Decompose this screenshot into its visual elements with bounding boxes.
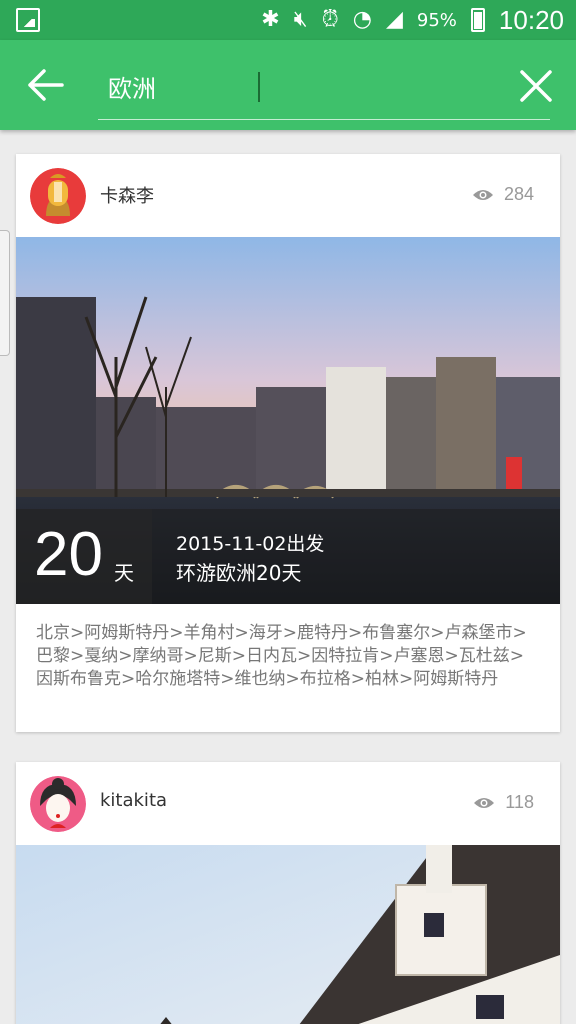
- clear-button[interactable]: [516, 66, 556, 106]
- duration-box: 20 天: [16, 509, 152, 604]
- trip-route: 北京>阿姆斯特丹>羊角村>海牙>鹿特丹>布鲁塞尔>卢森堡市>巴黎>戛纳>摩纳哥>…: [36, 623, 527, 689]
- eye-icon: [474, 797, 495, 808]
- trip-card[interactable]: kitakita 118: [16, 762, 560, 1024]
- card-header: 卡森李 284: [16, 154, 560, 237]
- author-name[interactable]: 卡森李: [100, 182, 154, 208]
- departure-date: 2015-11-02出发: [176, 533, 325, 555]
- card-header: kitakita 118: [16, 762, 560, 845]
- view-count-value: 284: [503, 184, 534, 204]
- duration-unit: 天: [114, 561, 134, 585]
- back-button[interactable]: [18, 62, 70, 108]
- search-app-bar: [0, 40, 576, 130]
- arrow-left-icon: [28, 69, 64, 101]
- bluetooth-icon: ✱: [261, 7, 280, 32]
- status-bar: ✱ 🔇︎ ⏰︎ ◔ ◢ 95% 10:20: [0, 0, 576, 40]
- trip-cover-photo[interactable]: [16, 845, 560, 1024]
- wifi-icon: ◔: [352, 7, 372, 32]
- view-count: 284: [472, 184, 534, 205]
- view-count-value: 118: [505, 792, 534, 812]
- duration-days: 20: [34, 520, 103, 589]
- avatar[interactable]: [30, 168, 86, 224]
- trip-cover-photo[interactable]: 20 天 2015-11-02出发 环游欧洲20天: [16, 237, 560, 604]
- alarm-icon: ⏰︎: [321, 7, 339, 32]
- battery-icon: [470, 8, 485, 32]
- search-field[interactable]: [98, 64, 550, 120]
- trip-info-overlay: 20 天 2015-11-02出发 环游欧洲20天: [16, 509, 560, 604]
- search-input[interactable]: [108, 64, 488, 108]
- trip-title: 环游欧洲20天: [176, 561, 302, 585]
- trip-card[interactable]: 卡森李 284 20 天 2015-11-02出发 环游欧洲20天 北京>阿姆斯…: [16, 154, 560, 732]
- view-count: 118: [473, 792, 534, 813]
- text-cursor: [258, 72, 260, 102]
- mute-icon: 🔇︎: [293, 7, 308, 32]
- avatar[interactable]: [30, 776, 86, 832]
- drawer-handle[interactable]: [0, 230, 10, 356]
- author-name[interactable]: kitakita: [100, 790, 167, 811]
- gallery-icon: [16, 8, 40, 32]
- eye-icon: [472, 189, 493, 200]
- signal-icon: ◢: [385, 7, 403, 32]
- close-icon: [520, 70, 552, 102]
- battery-percent: 95%: [416, 9, 457, 31]
- clock: 10:20: [498, 4, 564, 35]
